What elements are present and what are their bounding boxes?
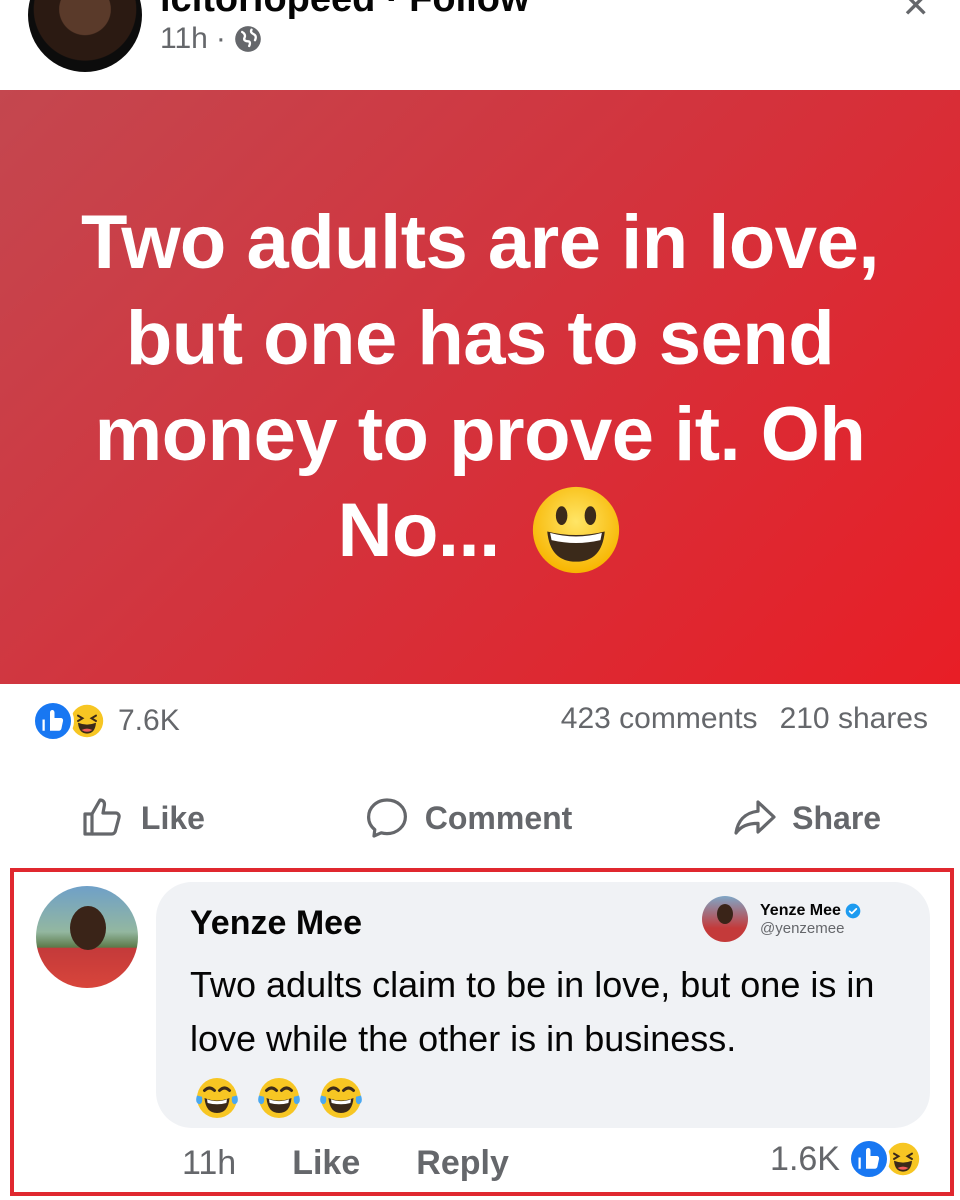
author-avatar[interactable] [28, 0, 142, 72]
share-icon [734, 800, 776, 835]
comment-time[interactable]: 11h [182, 1144, 236, 1183]
comments-count[interactable]: 423 comments [561, 702, 758, 736]
comment-text: Two adults claim to be in love, but one … [190, 958, 890, 1123]
thumbs-up-icon [83, 798, 121, 836]
share-label: Share [792, 799, 882, 836]
comment-reaction-count: 1.6K [770, 1139, 840, 1178]
follow-link[interactable]: · Follow [386, 0, 530, 20]
share-button[interactable]: Share [730, 794, 881, 842]
profile-card-name-row: Yenze Mee [760, 902, 861, 920]
meta-separator: · [215, 22, 226, 55]
shares-count[interactable]: 210 shares [780, 702, 928, 736]
post-header: icitoriopeed · Follow 11h · ✕ [0, 0, 960, 90]
embedded-profile-card: Yenze Mee @yenzemee [702, 896, 861, 942]
like-label: Like [140, 799, 205, 836]
comment-footer: 11h Like Reply [182, 1144, 509, 1183]
profile-card-handle: @yenzemee [760, 919, 845, 937]
post-text-content: Two adults are in love, but one has to s… [81, 200, 879, 573]
globe-icon [234, 26, 261, 52]
verified-badge-icon [845, 903, 861, 918]
post-actions: Like Comment Share [0, 780, 960, 856]
comment-reactions[interactable]: 1.6K [770, 1138, 924, 1180]
like-button[interactable]: Like [79, 794, 205, 842]
comment-label: Comment [424, 799, 573, 836]
engagement-counts: 423 comments 210 shares [561, 702, 928, 736]
post-stats: 7.6K 423 comments 210 shares [0, 684, 960, 748]
tears-of-joy-emoji-icon [320, 1077, 362, 1118]
comment-icon [366, 798, 407, 838]
tears-of-joy-emoji-icon [196, 1077, 238, 1118]
post-card: Two adults are in love, but one has to s… [0, 90, 960, 684]
comment-like-button[interactable]: Like [292, 1144, 360, 1183]
author-name-text[interactable]: icitoriopeed [160, 0, 375, 20]
tears-of-joy-emoji-icon [258, 1077, 300, 1118]
like-reaction-icon [32, 700, 74, 742]
comment-bubble[interactable]: Yenze Mee Yenze Mee @yenzemee Two adults… [156, 882, 930, 1128]
reaction-count[interactable]: 7.6K [118, 704, 180, 738]
like-reaction-icon [848, 1138, 890, 1180]
more-icon[interactable]: ✕ [902, 0, 931, 26]
reaction-summary[interactable]: 7.6K [32, 700, 180, 742]
commenter-name[interactable]: Yenze Mee [190, 904, 362, 943]
comment-text-content: Two adults claim to be in love, but one … [190, 964, 875, 1059]
commenter-avatar[interactable] [36, 886, 138, 988]
author-name[interactable]: icitoriopeed · Follow [160, 0, 529, 21]
post-meta: 11h · [160, 22, 262, 56]
comment-reply-button[interactable]: Reply [416, 1144, 509, 1183]
post-text: Two adults are in love, but one has to s… [40, 195, 920, 579]
profile-card-avatar [702, 896, 748, 942]
profile-card-name: Yenze Mee [760, 901, 841, 919]
grinning-face-emoji-icon [533, 486, 620, 574]
comment-button[interactable]: Comment [363, 794, 573, 842]
post-time[interactable]: 11h [160, 22, 208, 56]
tears-of-joy-emojis [190, 1068, 366, 1122]
highlighted-comment: Yenze Mee Yenze Mee @yenzemee Two adults… [10, 868, 954, 1196]
